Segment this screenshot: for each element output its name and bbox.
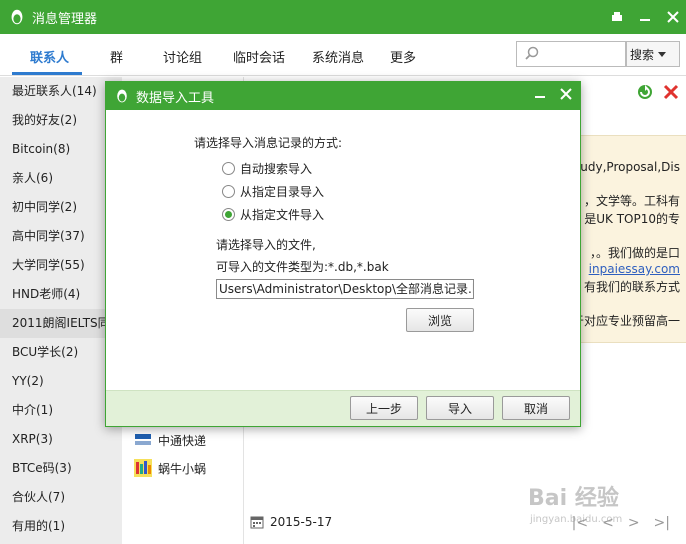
file-path-input[interactable]: Users\Administrator\Desktop\全部消息记录.bak [216,279,474,299]
radio-from-directory[interactable]: 从指定目录导入 [222,183,324,200]
search-input[interactable] [516,41,626,67]
sidebar-item[interactable]: YY(2) [0,367,122,396]
contact-item[interactable]: 中通快递 [134,431,206,449]
message-link[interactable]: inpaiessay.com [589,262,680,276]
watermark-text: Bai 经验 [528,486,619,511]
chevron-down-icon [658,51,667,57]
sidebar-item[interactable]: 亲人(6) [0,164,122,193]
radio-label: 从指定目录导入 [240,185,325,199]
minimize-button[interactable] [638,10,652,24]
tab-discussions[interactable]: 讨论组 [163,47,202,66]
sidebar-item[interactable]: HND老师(4) [0,280,122,309]
qq-penguin-icon [117,89,127,103]
import-button[interactable]: 导入 [426,396,494,420]
search-button[interactable]: 搜索 [626,41,680,67]
avatar [134,459,152,477]
radio-button[interactable] [222,162,235,175]
tab-groups[interactable]: 群 [110,47,123,66]
sidebar-item[interactable]: 合伙人(7) [0,483,122,512]
watermark-url: jingyan.baidu.com [530,514,623,525]
import-button-label: 导入 [447,401,472,416]
browse-button[interactable]: 浏览 [406,308,474,332]
import-method-prompt: 请选择导入消息记录的方式: [194,136,343,150]
back-button-label: 上一步 [365,401,402,416]
sidebar-item[interactable]: 大学同学(55) [0,251,122,280]
sidebar-item[interactable]: BTCe码(3) [0,454,122,483]
sidebar-item[interactable]: 我的好友(2) [0,106,122,135]
radio-button[interactable] [222,185,235,198]
import-dialog: 数据导入工具 请选择导入消息记录的方式: 自动搜索导入 从指定目录导入 从指定文… [105,81,581,427]
radio-from-file[interactable]: 从指定文件导入 [222,206,324,223]
radio-auto-search[interactable]: 自动搜索导入 [222,160,312,177]
sidebar-item-selected[interactable]: 2011朗阁IELTS同... [0,309,122,338]
sidebar-item[interactable]: XRP(3) [0,425,122,454]
sidebar-item[interactable]: BCU学长(2) [0,338,122,367]
file-types-note: 可导入的文件类型为:*.db,*.bak [216,260,389,274]
message-text: 于对应专业预留高一 [571,314,680,328]
tab-temp-chats[interactable]: 临时会话 [233,47,285,66]
tab-contacts[interactable]: 联系人 [30,47,69,66]
date-label: 2015-5-17 [270,515,333,529]
close-button[interactable] [666,10,680,24]
dialog-close-button[interactable] [560,88,572,104]
avatar [134,431,152,449]
date-bar: 2015-5-17 [250,515,332,529]
refresh-icon[interactable] [636,83,654,101]
message-text: ，。我们做的是口 [589,246,680,260]
cancel-button-label: 取消 [523,401,548,416]
skin-icon[interactable] [610,10,624,24]
search-icon [525,46,539,60]
radio-button-selected[interactable] [222,208,235,221]
qq-penguin-icon [11,9,23,25]
nav-bar: 联系人 群 讨论组 临时会话 系统消息 更多 搜索 [0,34,686,76]
radio-label: 从指定文件导入 [240,208,325,222]
message-text: tudy,Proposal,Dis [575,160,680,174]
window-title: 消息管理器 [32,11,98,27]
sidebar-item[interactable]: 中介(1) [0,396,122,425]
radio-label: 自动搜索导入 [240,162,313,176]
message-text: 是UK TOP10的专 [584,212,680,226]
browse-button-label: 浏览 [427,313,452,328]
calendar-icon[interactable] [250,515,264,529]
message-text: 有我们的联系方式 [583,280,680,294]
sidebar-item[interactable]: 高中同学(37) [0,222,122,251]
search-button-label: 搜索 [630,47,655,62]
tab-more[interactable]: 更多 [390,47,416,66]
cancel-button[interactable]: 取消 [502,396,570,420]
sidebar-item[interactable]: 初中同学(2) [0,193,122,222]
message-text: ，文学等。工科有 [583,194,680,208]
dialog-titlebar: 数据导入工具 [106,82,580,110]
active-tab-indicator [12,72,82,75]
file-select-prompt: 请选择导入的文件, [216,238,316,252]
sidebar-item[interactable]: 有用的(1) [0,512,122,541]
contact-item[interactable]: 蜗牛小蜗 [134,459,206,477]
sidebar: 最近联系人(14) 我的好友(2) Bitcoin(8) 亲人(6) 初中同学(… [0,77,122,544]
delete-icon[interactable] [662,83,680,101]
dialog-minimize-button[interactable] [534,88,546,104]
sidebar-item[interactable]: Bitcoin(8) [0,135,122,164]
contact-name: 蜗牛小蜗 [158,461,207,476]
tab-system-messages[interactable]: 系统消息 [312,47,364,66]
back-button[interactable]: 上一步 [350,396,418,420]
sidebar-item[interactable]: 最近联系人(14) [0,77,122,106]
main-titlebar: 消息管理器 [0,0,686,34]
watermark: Bai 经验 jingyan.baidu.com [528,480,678,540]
contact-name: 中通快递 [158,433,207,448]
dialog-title: 数据导入工具 [136,90,215,106]
